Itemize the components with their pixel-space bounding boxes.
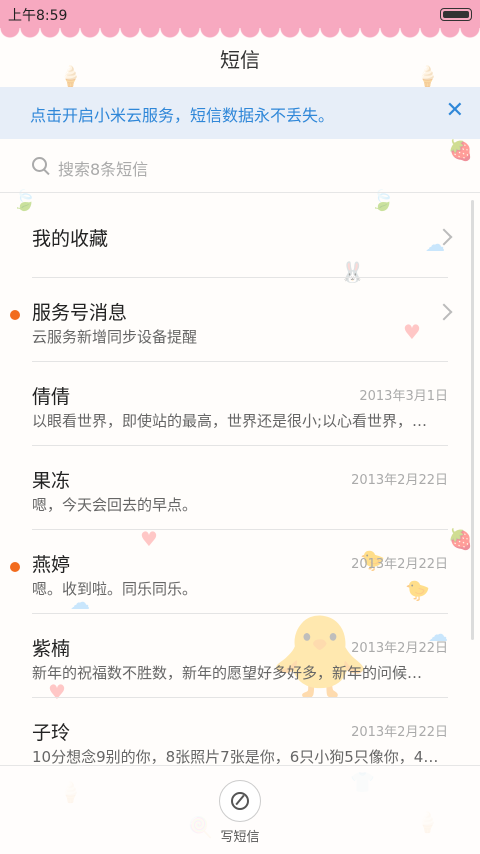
unread-dot-icon (10, 310, 20, 320)
message-preview: 嗯，今天会回去的早点。 (32, 496, 198, 514)
contact-name: 燕婷 (32, 554, 71, 576)
banner-text[interactable]: 点击开启小米云服务，短信数据永不丢失。 (30, 102, 334, 126)
chevron-right-icon (435, 303, 453, 321)
message-preview: 以眼看世界，即使站的最高，世界还是很小;以心看世界，… (32, 412, 428, 430)
conversation-row[interactable]: 倩倩 2013年3月1日 以眼看世界，即使站的最高，世界还是很小;以心看世界，… (0, 362, 480, 446)
unread-dot-icon (10, 562, 20, 572)
contact-name: 子玲 (32, 722, 71, 744)
compose-label[interactable]: 写短信 (0, 826, 480, 845)
favorites-row[interactable]: 我的收藏 (0, 194, 480, 278)
bottom-bar: 写短信 (0, 765, 480, 854)
message-preview: 嗯。收到啦。同乐同乐。 (32, 580, 198, 598)
message-date: 2013年2月22日 (351, 725, 448, 740)
search-placeholder: 搜索8条短信 (58, 160, 149, 179)
cloud-service-banner[interactable]: 点击开启小米云服务，短信数据永不丢失。 ✕ (0, 87, 480, 139)
message-date: 2013年3月1日 (359, 389, 448, 404)
contact-name: 紫楠 (32, 638, 71, 660)
message-date: 2013年2月22日 (351, 557, 448, 572)
status-time: 上午8:59 (8, 8, 68, 24)
message-preview: 云服务新增同步设备提醒 (32, 328, 198, 346)
contact-name: 果冻 (32, 470, 71, 492)
contact-name: 倩倩 (32, 386, 71, 408)
battery-icon (440, 8, 472, 21)
popsicle-sticker-icon: 🍦 (415, 64, 440, 88)
message-preview: 新年的祝福数不胜数，新年的愿望好多好多，新年的问候… (32, 664, 423, 682)
contact-name: 服务号消息 (32, 302, 128, 324)
conversation-row[interactable]: 燕婷 2013年2月22日 嗯。收到啦。同乐同乐。 (0, 530, 480, 614)
search-icon (32, 157, 47, 172)
search-bar[interactable]: 搜索8条短信 (0, 140, 480, 193)
favorites-label: 我的收藏 (32, 228, 109, 250)
message-date: 2013年2月22日 (351, 641, 448, 656)
chevron-right-icon (435, 228, 453, 246)
status-bar: 上午8:59 (0, 0, 480, 28)
message-date: 2013年2月22日 (351, 473, 448, 488)
heart-scallop-border (0, 28, 480, 44)
conversation-row[interactable]: 果冻 2013年2月22日 嗯，今天会回去的早点。 (0, 446, 480, 530)
conversation-row[interactable]: 服务号消息 云服务新增同步设备提醒 (0, 278, 480, 362)
popsicle-sticker-icon: 🍦 (58, 64, 83, 88)
close-icon[interactable]: ✕ (446, 98, 464, 123)
compose-button[interactable] (219, 780, 261, 822)
conversation-list: 我的收藏 服务号消息 云服务新增同步设备提醒 倩倩 2013年3月1日 以眼看世… (0, 194, 480, 782)
conversation-row[interactable]: 紫楠 2013年2月22日 新年的祝福数不胜数，新年的愿望好多好多，新年的问候… (0, 614, 480, 698)
message-preview: 10分想念9别的你，8张照片7张是你，6只小狗5只像你，4… (32, 748, 439, 766)
